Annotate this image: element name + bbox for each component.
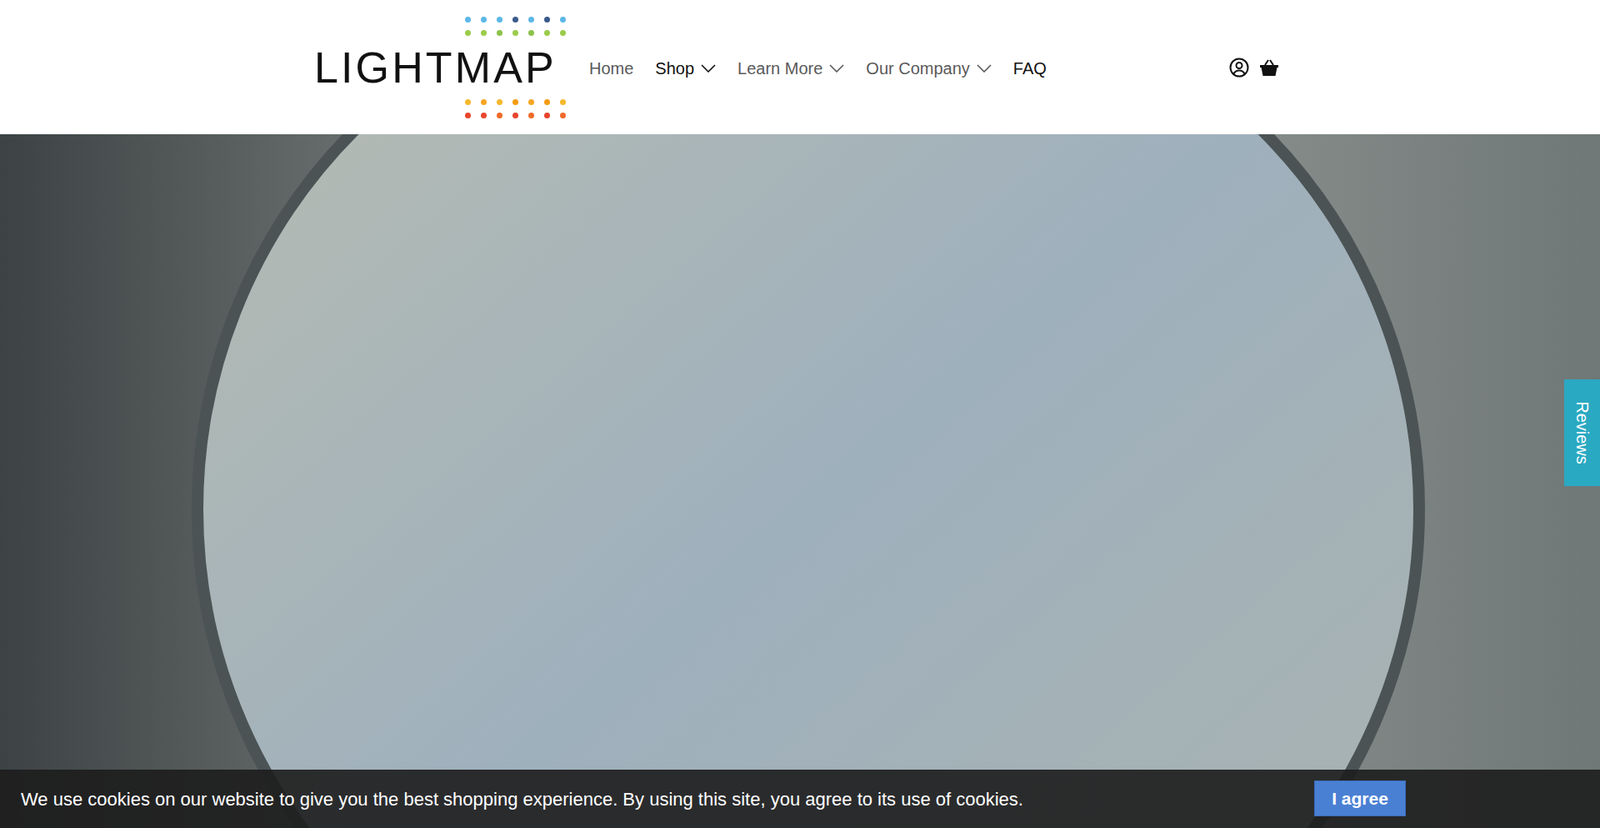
chevron-down-icon[interactable] (700, 64, 716, 73)
logo-dot (465, 16, 471, 23)
nav-item[interactable]: Shop (655, 55, 716, 81)
logo-dot (560, 112, 566, 119)
logo-dot (496, 99, 503, 105)
nav-label[interactable]: Shop (655, 55, 695, 81)
logo-dot (512, 99, 519, 105)
chevron-down-icon[interactable] (829, 64, 845, 73)
nav-label[interactable]: Home (589, 55, 634, 81)
account-icon[interactable] (1229, 57, 1250, 78)
logo-dot (544, 30, 550, 36)
logo-dot (480, 99, 487, 105)
basket-icon[interactable] (1259, 58, 1280, 77)
logo-top-dots (465, 16, 566, 36)
logo-dot (480, 30, 487, 36)
logo-dot (528, 99, 535, 105)
logo-dot (560, 30, 566, 36)
nav-label[interactable]: FAQ (1013, 55, 1047, 81)
hero: Reviews We use cookies on our website to… (0, 134, 1600, 828)
logo-dot (528, 16, 535, 23)
dot-row (465, 99, 566, 105)
cookie-message: We use cookies on our website to give yo… (20, 785, 1024, 813)
logo-dot (528, 30, 535, 36)
chevron-down-icon[interactable] (976, 64, 992, 73)
reviews-label[interactable]: Reviews (1570, 400, 1595, 465)
nav-item[interactable]: Our Company (865, 55, 992, 81)
logo-dot (544, 99, 550, 105)
logo-dot (544, 16, 550, 23)
logo-dot (465, 30, 471, 36)
dot-row (465, 16, 566, 23)
logo-dot (496, 112, 503, 119)
logo-dot (465, 99, 471, 105)
logo[interactable]: LIGHTMAP (314, 14, 565, 121)
nav-label[interactable]: Our Company (865, 55, 970, 81)
nav-item[interactable]: Learn More (737, 55, 845, 81)
logo-dot (465, 112, 471, 119)
logo-dot (480, 112, 487, 119)
logo-dot (496, 30, 503, 36)
nav-label[interactable]: Learn More (737, 55, 823, 81)
cookie-bar: We use cookies on our website to give yo… (0, 769, 1600, 828)
logo-dot (528, 112, 535, 119)
map-disc (191, 134, 1425, 828)
logo-text[interactable]: LIGHTMAP (314, 45, 557, 90)
logo-dot (480, 16, 487, 23)
site-header: LIGHTMAP Home Shop Learn More Our Company FA… (0, 0, 1600, 135)
agree-button[interactable]: I agree (1314, 780, 1406, 816)
dot-row (465, 112, 566, 119)
logo-dot (496, 16, 503, 23)
logo-dot (512, 30, 519, 36)
nav-item[interactable]: FAQ (1013, 55, 1047, 81)
logo-dot (512, 16, 519, 23)
logo-dot (560, 99, 566, 105)
dot-row (465, 30, 566, 36)
logo-dot (512, 112, 519, 119)
logo-dot (544, 112, 550, 119)
nav-item[interactable]: Home (589, 55, 634, 81)
logo-bottom-dots (465, 99, 566, 119)
logo-dot (560, 16, 566, 23)
reviews-tab[interactable]: Reviews (1564, 379, 1600, 486)
main-nav: Home Shop Learn More Our Company FAQ (589, 54, 1047, 81)
